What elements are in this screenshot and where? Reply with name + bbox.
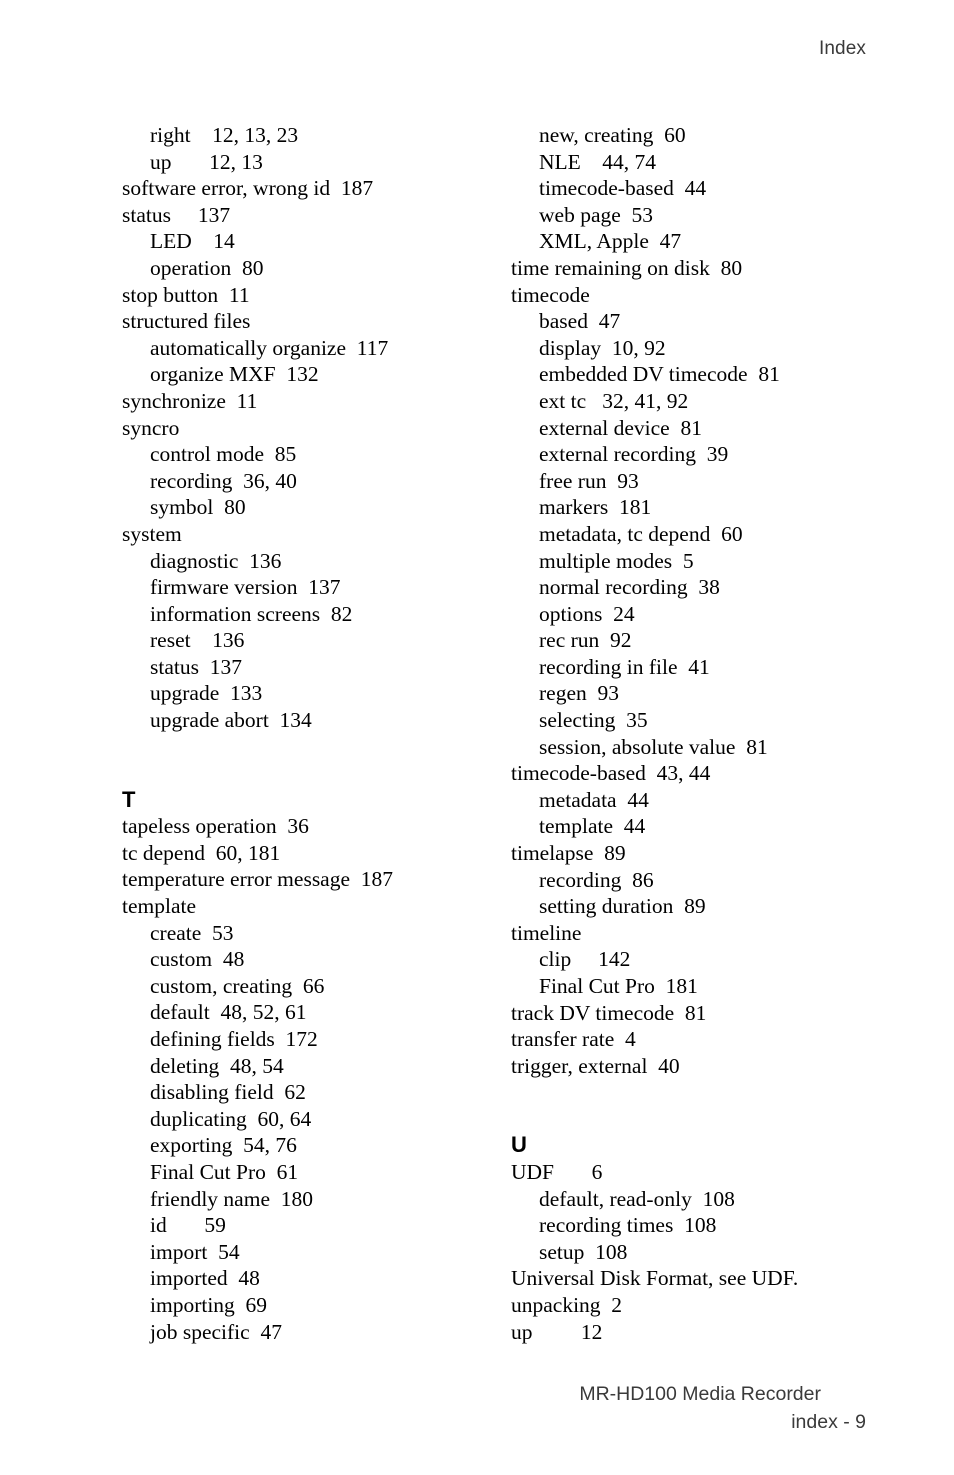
index-entry: software error, wrong id 187 [122,176,374,201]
index-column-left: right 12, 13, 23 up 12, 13 software error,… [122,122,492,1345]
index-subentry: up 12, 13 [150,149,263,174]
running-header-index: Index [819,38,866,59]
index-subentry: setting duration 89 [539,894,706,919]
index-subentry: status 137 [150,654,242,679]
index-entry: stop button 11 [122,282,250,307]
footer-document-title: MR-HD100 Media Recorder [579,1383,821,1405]
index-subentry: template 44 [539,814,646,839]
index-subentry: duplicating 60, 64 [150,1106,312,1131]
index-subentry: options 24 [539,601,635,626]
index-subentry: right 12, 13, 23 [150,123,299,147]
index-entry: timecode-based 43, 44 [511,761,711,786]
footer-page-number: index - 9 [791,1411,866,1433]
index-subentry: upgrade 133 [150,681,263,706]
index-entry: status 137 [122,202,231,227]
index-subentry: external recording 39 [539,442,729,467]
index-entry: template [122,894,197,919]
index-subentry: automatically organize 117 [150,335,389,360]
index-subentry: information screens 82 [150,601,353,626]
index-subentry: exporting 54, 76 [150,1133,297,1158]
index-subentry: LED 14 [150,229,235,254]
index-subentry: regen 93 [539,681,619,706]
index-subentry: web page 53 [539,202,654,227]
index-subentry: deleting 48, 54 [150,1053,284,1078]
index-subentry: based 47 [539,309,621,334]
index-subentry: markers 181 [539,495,652,520]
index-entry: timecode [511,282,590,307]
index-subentry: reset 136 [150,628,245,653]
index-subentry: firmware version 137 [150,575,341,600]
index-subentry: operation 80 [150,255,264,280]
index-subentry: imported 48 [150,1266,260,1291]
index-entry: UDF 6 [511,1159,603,1184]
index-subentry: session, absolute value 81 [539,734,768,759]
index-subentry: control mode 85 [150,442,297,467]
index-entry: up 12 [511,1319,603,1344]
index-subentry: default, read-only 108 [539,1186,735,1211]
index-subentry: custom, creating 66 [150,973,325,998]
index-subentry: default 48, 52, 61 [150,1000,307,1025]
index-subentry: free run 93 [539,468,639,493]
index-subentry: metadata, tc depend 60 [539,521,743,546]
index-subentry: display 10, 92 [539,335,666,360]
index-subentry: diagnostic 136 [150,548,282,573]
index-entry: transfer rate 4 [511,1027,636,1052]
index-subentry: external device 81 [539,415,702,440]
index-subentry: symbol 80 [150,495,246,520]
index-subentry: import 54 [150,1239,240,1264]
index-subentry: setup 108 [539,1239,628,1264]
index-subentry: multiple modes 5 [539,548,694,573]
index-entry: syncro [122,415,180,440]
index-subentry: NLE 44, 74 [539,149,657,174]
index-column-right: new, creating 60 NLE 44, 74 timecode-based… [511,122,911,1345]
index-subentry: disabling field 62 [150,1080,306,1105]
index-subentry: normal recording 38 [539,575,720,600]
index-entry: trigger, external 40 [511,1053,680,1078]
index-subentry: defining fields 172 [150,1027,318,1051]
index-entry: track DV timecode 81 [511,1000,707,1025]
index-subentry: id 59 [150,1213,226,1238]
index-entry: tc depend 60, 181 [122,840,281,865]
index-entry: unpacking 2 [511,1292,623,1317]
index-subentry: timecode-based 44 [539,176,707,201]
index-entry: tapeless operation 36 [122,814,309,839]
index-entry: system [122,521,182,546]
index-entry: timeline [511,920,582,945]
index-subentry: metadata 44 [539,787,649,812]
index-entry: temperature error message 187 [122,867,394,892]
index-entry: timelapse 89 [511,841,626,866]
index-subentry: create 53 [150,920,234,945]
index-subentry: recording 36, 40 [150,468,297,493]
index-section-heading: T [122,786,136,812]
index-subentry: friendly name 180 [150,1186,313,1211]
index-subentry: clip 142 [539,947,631,972]
index-subentry: selecting 35 [539,708,648,733]
index-subentry: importing 69 [150,1292,268,1317]
index-entry: structured files [122,309,251,334]
index-subentry: ext tc 32, 41, 92 [539,388,689,413]
index-subentry: Final Cut Pro 181 [539,974,698,998]
index-subentry: XML, Apple 47 [539,229,682,254]
index-entry: synchronize 11 [122,388,258,413]
index-subentry: upgrade abort 134 [150,708,312,733]
index-subentry: recording in file 41 [539,654,710,679]
index-subentry: rec run 92 [539,628,632,653]
index-page: Index right 12, 13, 23 up 12, 13 software … [0,0,954,1475]
index-subentry: new, creating 60 [539,123,686,147]
index-subentry: Final Cut Pro 61 [150,1159,299,1184]
index-subentry: recording times 108 [539,1213,717,1238]
index-section-heading: U [511,1132,527,1158]
index-subentry: embedded DV timecode 81 [539,362,780,387]
index-entry: Universal Disk Format, see UDF. [511,1266,799,1291]
index-entry: time remaining on disk 80 [511,255,743,280]
index-subentry: job specific 47 [150,1319,282,1344]
index-subentry: organize MXF 132 [150,362,319,387]
index-subentry: custom 48 [150,947,245,972]
index-subentry: recording 86 [539,867,654,892]
